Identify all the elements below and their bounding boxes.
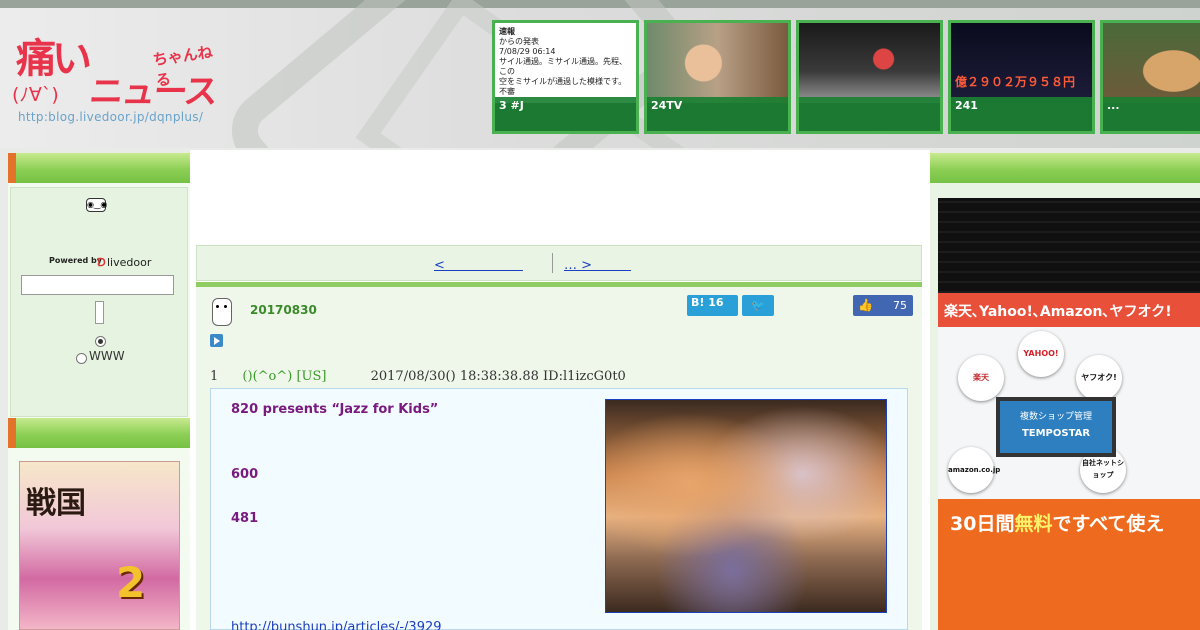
source-link[interactable]: http://bunshun.jp/articles/-/3929: [231, 620, 442, 630]
ad-screen-brand: TEMPOSTAR: [1021, 428, 1091, 439]
header-thumbnail[interactable]: [796, 20, 943, 134]
hatena-bookmark-button[interactable]: B! 16: [687, 295, 738, 316]
ad-bubble: amazon.co.jp: [948, 447, 1000, 493]
emoticon-icon: ◉‿◉: [86, 198, 107, 212]
thumbnail-image: [647, 23, 788, 103]
thumbnail-overlay: 億２９０２万９５８円: [955, 75, 1076, 89]
logo-kanji: 痛い: [16, 35, 92, 82]
twitter-icon: 🐦: [751, 299, 765, 312]
header-thumbnail-strip: 速報 からの発表 7/08/29 06:14 サイル通過。ミサイル通過。先程、こ…: [492, 20, 1200, 134]
thumbnail-text: 速報: [499, 27, 515, 36]
thumbnail-text: 7/08/29 06:14: [499, 47, 556, 56]
ad-bubble: ヤフオク!: [1076, 355, 1122, 401]
thumbnail-text: サイル通過。ミサイル通過。先程、この: [499, 57, 627, 76]
logo-face: (ﾉ∀`): [12, 84, 59, 106]
header-thumbnail[interactable]: ...: [1100, 20, 1200, 134]
site-header: 痛い ちゃんねる (ﾉ∀`) ニュース http:blog.livedoor.j…: [0, 0, 1200, 148]
thumbnail-image: 億２９０２万９５８円: [951, 23, 1092, 103]
ad-illustration: 楽天 YAHOO! ヤフオク! amazon.co.jp 自社ネットショップ 複…: [938, 327, 1200, 499]
sidebar-heading-bar: [930, 153, 1200, 183]
ad-bottom-highlight: 無料: [1014, 513, 1053, 535]
sidebar-heading-bar: [8, 418, 190, 448]
ad-bubble: YAHOO!: [1018, 331, 1064, 377]
ad-screen: 複数ショップ管理 TEMPOSTAR: [996, 397, 1116, 457]
ad-number: 2: [116, 558, 146, 607]
thumbnail-image: 速報 からの発表 7/08/29 06:14 サイル通過。ミサイル通過。先程、こ…: [495, 23, 636, 103]
ad-bottom-text: 30日間: [950, 513, 1015, 535]
livedoor-logo-text: livedoor: [107, 256, 152, 269]
response-meta: 2017/08/30() 18:38:38.88 ID:l1izcG0t0: [370, 369, 626, 384]
thumbnail-caption: [799, 97, 940, 131]
header-thumbnail[interactable]: 24TV: [644, 20, 791, 134]
site-logo[interactable]: 痛い ちゃんねる (ﾉ∀`) ニュース http:blog.livedoor.j…: [12, 22, 227, 132]
response-name: ()(^o^) [US]: [242, 369, 327, 384]
powered-by-label: Powered by: [49, 256, 102, 265]
ad-bubble: 楽天: [958, 355, 1004, 401]
header-thumbnail[interactable]: 億２９０２万９５８円 241: [948, 20, 1095, 134]
left-banner-ad[interactable]: 戦国 2: [19, 461, 180, 630]
thumbnail-caption: 24TV: [647, 97, 788, 131]
prev-article-link[interactable]: <: [434, 254, 534, 273]
search-scope-site-radio[interactable]: [95, 336, 106, 347]
search-input[interactable]: [21, 275, 174, 295]
thumbnail-caption: 3 #J: [495, 97, 636, 131]
right-banner-ad[interactable]: 楽天､Yahoo!､Amazon､ヤフオク! 楽天 YAHOO! ヤフオク! a…: [938, 198, 1200, 630]
logo-url: http:blog.livedoor.jp/dqnplus/: [18, 110, 204, 124]
facebook-like-button[interactable]: 👍 75: [853, 295, 913, 316]
article-image[interactable]: [605, 399, 887, 613]
thumbnail-image: [799, 23, 940, 103]
ad-bottom-text: ですべて使え: [1052, 513, 1165, 535]
body-text: 820 presents “Jazz for Kids”: [231, 402, 439, 417]
www-radio-label: WWW: [89, 349, 125, 363]
thumbs-up-icon: 👍: [858, 298, 873, 312]
thumbnail-image: [1103, 23, 1200, 103]
post-date: 20170830: [250, 303, 317, 317]
ad-tagline: 楽天､Yahoo!､Amazon､ヤフオク!: [938, 293, 1200, 327]
hatena-count: B! 16: [691, 296, 724, 309]
next-article-link[interactable]: … >: [564, 254, 644, 273]
article-navigation: [196, 245, 922, 281]
thumbnail-text: からの発表: [499, 37, 539, 46]
ad-bottom-band: 30日間無料ですべて使え: [938, 499, 1200, 630]
response-number: 1: [210, 369, 219, 384]
search-scope-www-radio[interactable]: [76, 353, 87, 364]
ad-title: 戦国: [26, 486, 86, 521]
ad-dark-band: [938, 198, 1200, 293]
search-button[interactable]: [95, 301, 104, 324]
nav-divider: [552, 253, 553, 273]
author-icon: [212, 298, 232, 326]
body-text: 600: [231, 467, 259, 482]
thumbnail-caption: ...: [1103, 97, 1200, 131]
header-thumbnail[interactable]: 速報 からの発表 7/08/29 06:14 サイル通過。ミサイル通過。先程、こ…: [492, 20, 639, 134]
thumbnail-caption: 241: [951, 97, 1092, 131]
livedoor-logo[interactable]: Ｄlivedoor: [96, 254, 151, 270]
facebook-like-count: 75: [893, 299, 907, 312]
twitter-share-button[interactable]: 🐦: [742, 295, 774, 316]
body-text: 481: [231, 511, 259, 526]
ad-screen-title: 複数ショップ管理: [1019, 412, 1092, 422]
thumbnail-text: 空をミサイルが通過した模様です。不審: [499, 77, 627, 96]
logo-news: ニュース: [87, 72, 219, 112]
sidebar-heading-bar: [8, 153, 190, 183]
play-icon[interactable]: [210, 334, 223, 347]
response-header: 1 ()(^o^) [US] 2017/08/30() 18:38:38.88 …: [210, 369, 626, 384]
main-content: < … > 20170830 B! 16 🐦 👍 75 1 ()(^o^) [U…: [190, 150, 930, 630]
